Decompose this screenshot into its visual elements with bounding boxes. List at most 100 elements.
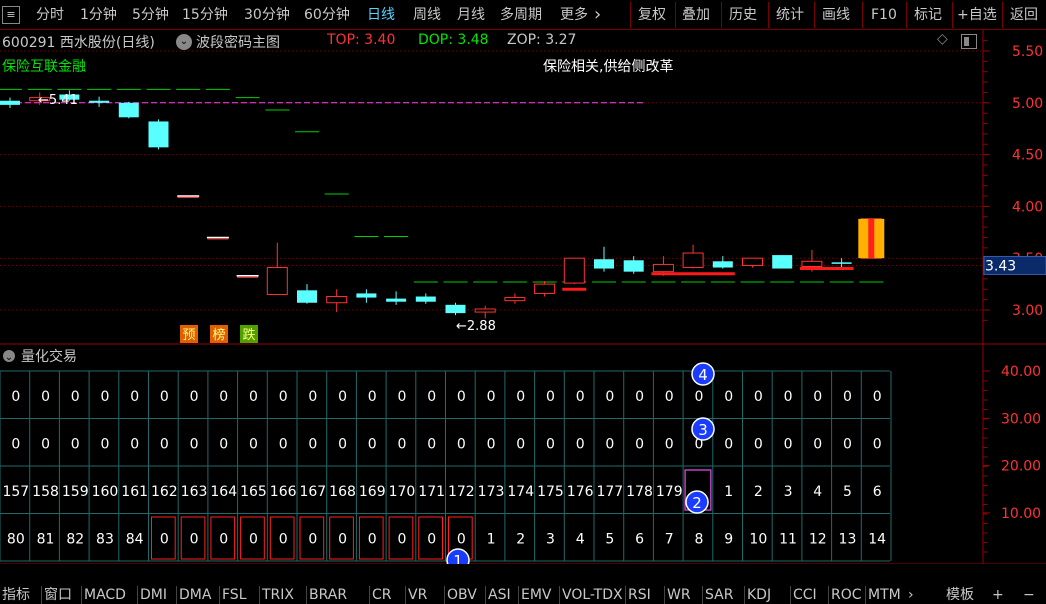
grid-cell: 1 bbox=[724, 484, 733, 500]
grid-cell: 165 bbox=[240, 484, 267, 500]
indicator-tab-17[interactable]: KDJ bbox=[747, 586, 771, 604]
indicator-tab-3[interactable]: DMI bbox=[140, 586, 167, 604]
grid-cell: 0 bbox=[397, 389, 406, 405]
candle bbox=[415, 296, 436, 302]
grid-cell: 159 bbox=[62, 484, 89, 500]
tab-separator bbox=[137, 586, 138, 604]
grid-cell: 5 bbox=[605, 531, 614, 547]
candlestick-chart[interactable]: 5.505.004.504.003.503.003.43←5.41←2.88预榜… bbox=[0, 0, 1046, 604]
signal-tag: 跌 bbox=[242, 327, 255, 343]
grid-cell: 0 bbox=[487, 389, 496, 405]
grid-cell: 0 bbox=[190, 389, 199, 405]
grid-cell: 2 bbox=[754, 484, 763, 500]
candle bbox=[772, 255, 793, 269]
indicator-tab-20[interactable]: MTM bbox=[868, 586, 901, 604]
grid-cell: 11 bbox=[779, 531, 797, 547]
candle bbox=[563, 257, 585, 284]
candle bbox=[682, 252, 704, 269]
grid-cell: 0 bbox=[576, 436, 585, 452]
indicator-tab-2[interactable]: MACD bbox=[84, 586, 126, 604]
indicator-tab-9[interactable]: VR bbox=[408, 586, 427, 604]
grid-cell: 84 bbox=[126, 531, 144, 547]
grid-cell: 0 bbox=[338, 436, 347, 452]
grid-cell: 6 bbox=[635, 531, 644, 547]
indicator-tab-14[interactable]: RSI bbox=[628, 586, 651, 604]
indicator-tab-6[interactable]: TRIX bbox=[262, 586, 294, 604]
grid-cell: 0 bbox=[635, 389, 644, 405]
sub-axis-label: 20.00 bbox=[1001, 459, 1041, 475]
tab-separator bbox=[744, 586, 745, 604]
candle bbox=[148, 121, 169, 148]
tab-separator bbox=[81, 586, 82, 604]
grid-cell: 0 bbox=[338, 531, 347, 547]
indicator-tab-10[interactable]: OBV bbox=[447, 586, 477, 604]
indicator-tab-1[interactable]: 窗口 bbox=[44, 586, 72, 604]
grid-cell: 0 bbox=[457, 436, 466, 452]
remove-window-button[interactable]: − bbox=[1023, 586, 1035, 604]
sub-panel-title: 量化交易 bbox=[21, 348, 77, 365]
grid-cell: 0 bbox=[41, 389, 50, 405]
candle bbox=[652, 263, 674, 273]
grid-cell: 0 bbox=[784, 436, 793, 452]
tab-separator bbox=[790, 586, 791, 604]
indicator-tab-7[interactable]: BRAR bbox=[309, 586, 347, 604]
grid-cell: 0 bbox=[397, 436, 406, 452]
indicator-tab-18[interactable]: CCI bbox=[793, 586, 817, 604]
grid-cell: 174 bbox=[507, 484, 534, 500]
grid-cell: 0 bbox=[754, 389, 763, 405]
candle bbox=[356, 293, 377, 298]
indicator-tab-4[interactable]: DMA bbox=[179, 586, 211, 604]
marker-number: 4 bbox=[698, 366, 708, 384]
sub-axis-label: 40.00 bbox=[1001, 364, 1041, 380]
signal-bar-core bbox=[868, 218, 875, 259]
candle bbox=[712, 261, 733, 268]
template-button[interactable]: 模板 bbox=[946, 586, 974, 604]
grid-cell: 176 bbox=[567, 484, 594, 500]
grid-cell: 0 bbox=[249, 436, 258, 452]
grid-cell: 0 bbox=[308, 389, 317, 405]
grid-cell: 166 bbox=[270, 484, 297, 500]
candle bbox=[445, 304, 466, 314]
grid-cell: 4 bbox=[576, 531, 585, 547]
grid-cell: 0 bbox=[71, 389, 80, 405]
indicator-tab-11[interactable]: ASI bbox=[488, 586, 511, 604]
indicator-tab-19[interactable]: ROC bbox=[831, 586, 862, 604]
indicator-tab-8[interactable]: CR bbox=[372, 586, 392, 604]
indicator-tab-0[interactable]: 指标 bbox=[2, 586, 30, 604]
indicator-tab-12[interactable]: EMV bbox=[521, 586, 552, 604]
tab-separator bbox=[865, 586, 866, 604]
grid-cell: 14 bbox=[868, 531, 886, 547]
indicator-tab-5[interactable]: FSL bbox=[222, 586, 247, 604]
grid-cell: 171 bbox=[418, 484, 445, 500]
grid-cell: 0 bbox=[160, 436, 169, 452]
chevron-right-icon[interactable]: › bbox=[908, 586, 914, 604]
chevron-down-icon: ⌄ bbox=[5, 352, 13, 363]
grid-cell: 0 bbox=[576, 389, 585, 405]
marker-number: 3 bbox=[698, 421, 708, 439]
tab-separator bbox=[41, 586, 42, 604]
indicator-tab-13[interactable]: VOL-TDX bbox=[562, 586, 623, 604]
grid-cell: 0 bbox=[546, 436, 555, 452]
indicator-tab-15[interactable]: WR bbox=[667, 586, 691, 604]
tab-separator bbox=[259, 586, 260, 604]
grid-cell: 177 bbox=[596, 484, 623, 500]
grid-cell: 0 bbox=[130, 389, 139, 405]
add-window-button[interactable]: + bbox=[992, 586, 1004, 604]
grid-cell: 4 bbox=[813, 484, 822, 500]
grid-cell: 170 bbox=[389, 484, 416, 500]
grid-cell: 0 bbox=[338, 389, 347, 405]
tab-separator bbox=[518, 586, 519, 604]
grid-cell: 173 bbox=[478, 484, 505, 500]
indicator-tab-16[interactable]: SAR bbox=[705, 586, 733, 604]
grid-cell: 0 bbox=[873, 436, 882, 452]
tab-separator bbox=[405, 586, 406, 604]
grid-cell: 10 bbox=[749, 531, 767, 547]
candle bbox=[534, 283, 556, 294]
grid-cell: 81 bbox=[37, 531, 55, 547]
grid-cell: 6 bbox=[873, 484, 882, 500]
sub-axis-label: 30.00 bbox=[1001, 411, 1041, 427]
tab-separator bbox=[828, 586, 829, 604]
candle bbox=[742, 257, 763, 266]
grid-cell: 5 bbox=[843, 484, 852, 500]
grid-cell: 0 bbox=[546, 389, 555, 405]
